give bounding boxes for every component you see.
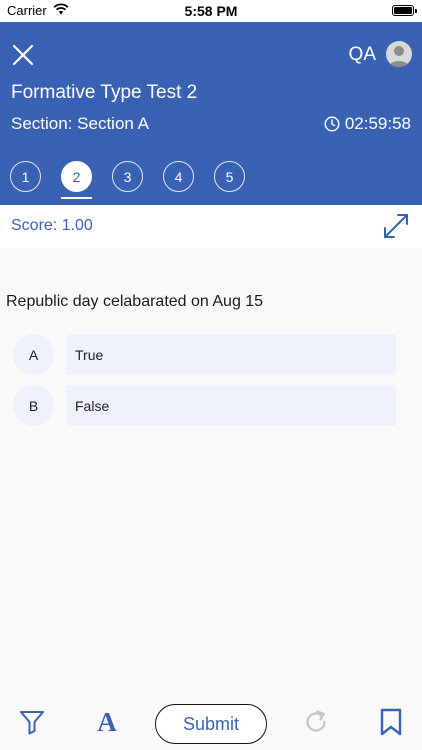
question-text: Republic day celabarated on Aug 15 bbox=[6, 293, 264, 310]
status-bar: Carrier 5:58 PM bbox=[0, 0, 422, 22]
option-b[interactable]: B False bbox=[13, 385, 396, 426]
filter-icon bbox=[20, 711, 44, 735]
refresh-icon bbox=[306, 710, 326, 732]
timer-value: 02:59:58 bbox=[344, 114, 411, 133]
option-text: False bbox=[66, 385, 396, 426]
option-text: True bbox=[66, 334, 396, 375]
filter-button[interactable] bbox=[17, 707, 47, 737]
timer: 02:59:58 bbox=[324, 114, 411, 134]
app-screen: Carrier 5:58 PM QA Formative Type Test 2… bbox=[0, 0, 422, 750]
question-navigator: 1 2 3 4 5 bbox=[10, 161, 245, 199]
test-title: Formative Type Test 2 bbox=[11, 82, 198, 103]
font-size-button[interactable]: A bbox=[92, 707, 122, 737]
score-label: Score: 1.00 bbox=[11, 217, 93, 234]
expand-button[interactable] bbox=[382, 212, 410, 240]
question-number-3[interactable]: 3 bbox=[112, 161, 143, 192]
bookmark-icon bbox=[380, 708, 402, 736]
clock-icon bbox=[324, 116, 340, 132]
close-icon bbox=[12, 44, 34, 66]
test-header: QA Formative Type Test 2 Section: Sectio… bbox=[0, 22, 422, 205]
question-number-2[interactable]: 2 bbox=[61, 161, 92, 199]
option-letter: A bbox=[13, 334, 54, 375]
font-icon: A bbox=[97, 706, 117, 737]
option-a[interactable]: A True bbox=[13, 334, 396, 375]
bookmark-button[interactable] bbox=[376, 707, 406, 737]
refresh-button[interactable] bbox=[301, 707, 331, 737]
user-avatar-icon bbox=[389, 46, 409, 67]
user-name: QA bbox=[348, 44, 376, 65]
question-number-5[interactable]: 5 bbox=[214, 161, 245, 192]
section-label: Section: Section A bbox=[11, 114, 149, 133]
battery-icon bbox=[392, 5, 417, 16]
question-number-1[interactable]: 1 bbox=[10, 161, 41, 192]
status-time: 5:58 PM bbox=[184, 3, 238, 19]
score-row: Score: 1.00 bbox=[0, 205, 422, 249]
bottom-toolbar: A Submit bbox=[0, 697, 422, 750]
submit-button[interactable]: Submit bbox=[155, 704, 267, 744]
question-number-4[interactable]: 4 bbox=[163, 161, 194, 192]
expand-icon bbox=[384, 214, 408, 238]
option-letter: B bbox=[13, 385, 54, 426]
close-button[interactable] bbox=[10, 42, 36, 68]
avatar[interactable] bbox=[386, 41, 412, 67]
